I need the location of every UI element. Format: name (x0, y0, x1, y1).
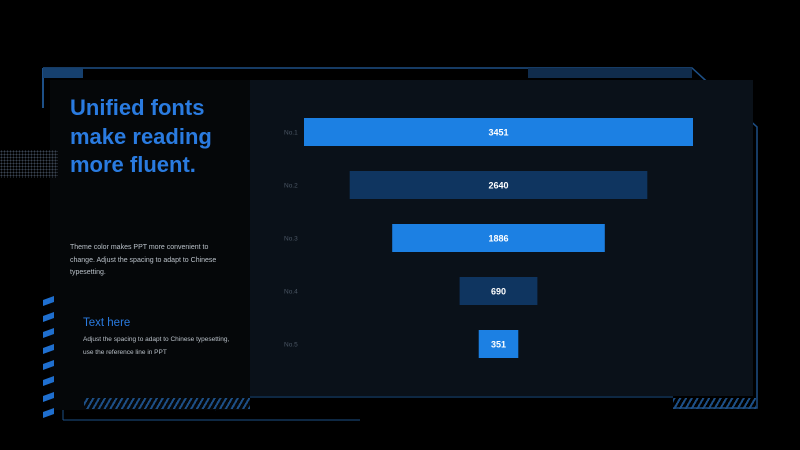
category-label: No.1 (284, 130, 298, 137)
bar-value-label: 3451 (488, 128, 508, 138)
sub-title: Text here (83, 317, 131, 329)
category-label: No.4 (284, 289, 298, 296)
bar-value-label: 351 (491, 340, 506, 350)
category-label: No.3 (284, 236, 298, 243)
funnel-chart: 3451 No.1 2640 No.2 1886 No.3 690 No.4 351 No.5 (284, 118, 693, 358)
category-label: No.5 (284, 342, 298, 349)
bar-value-label: 690 (491, 287, 506, 297)
headline: Unified fonts make reading more fluent. (70, 95, 212, 177)
bar-value-label: 1886 (488, 234, 508, 244)
dot-pattern (0, 150, 58, 178)
hatch-strip-left (84, 398, 250, 409)
sub-text: Adjust the spacing to adapt to Chinese t… (83, 336, 230, 356)
bar-value-label: 2640 (488, 181, 508, 191)
category-label: No.2 (284, 183, 298, 190)
body-text: Theme color makes PPT more convenient to… (70, 244, 217, 276)
hatch-strip-right (673, 398, 756, 409)
